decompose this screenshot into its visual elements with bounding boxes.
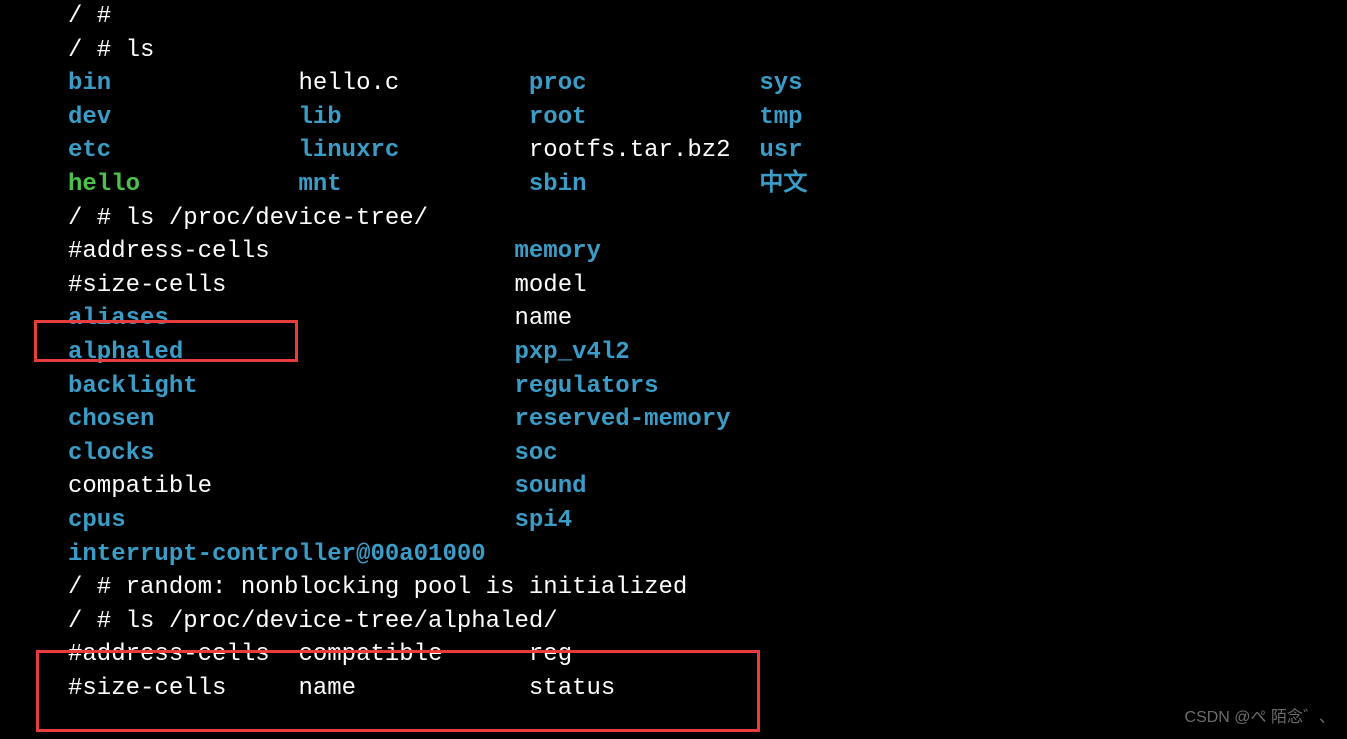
file: 中文 [759,171,807,198]
file: backlight [68,373,198,400]
file: spi4 [514,507,572,534]
file: tmp [759,104,802,131]
prompt-line: / # ls /proc/device-tree/alphaled/ [68,605,1347,639]
file: regulators [514,373,658,400]
file: etc [68,137,111,164]
dt-row: cpus spi4 [68,504,1347,538]
file: compatible [298,641,442,668]
prompt-line: / # ls /proc/device-tree/ [68,202,1347,236]
file: model [514,272,586,299]
file: interrupt-controller@00a01000 [68,541,486,568]
ls-row: hello mnt sbin 中文 [68,168,1347,202]
file: status [529,675,615,702]
file: name [514,305,572,332]
file: dev [68,104,111,131]
prompt-line: / # [68,0,1347,34]
file: linuxrc [298,137,399,164]
file: #size-cells [68,272,226,299]
file: name [298,675,356,702]
dt-row: chosen reserved-memory [68,403,1347,437]
file: aliases [68,305,169,332]
file: chosen [68,406,154,433]
ls-row: bin hello.c proc sys [68,67,1347,101]
file: clocks [68,440,154,467]
file: reserved-memory [514,406,730,433]
file: usr [759,137,802,164]
file: soc [514,440,557,467]
file: hello [68,171,140,198]
file: root [529,104,587,131]
dt-row: interrupt-controller@00a01000 [68,538,1347,572]
dt-row: alphaled pxp_v4l2 [68,336,1347,370]
file: sys [759,70,802,97]
file: mnt [298,171,341,198]
file: #address-cells [68,641,270,668]
dt-row: backlight regulators [68,370,1347,404]
random-msg: / # random: nonblocking pool is initiali… [68,571,1347,605]
ls-row: etc linuxrc rootfs.tar.bz2 usr [68,134,1347,168]
prompt-line: / # ls [68,34,1347,68]
file: alphaled [68,339,183,366]
dt-row: #address-cells memory [68,235,1347,269]
file: #address-cells [68,238,270,265]
file: #size-cells [68,675,226,702]
dt-row: clocks soc [68,437,1347,471]
terminal-output[interactable]: / # / # ls bin hello.c proc sys dev lib … [0,0,1347,705]
file: pxp_v4l2 [514,339,629,366]
file: hello.c [298,70,399,97]
file: lib [298,104,341,131]
dt-row: #size-cells model [68,269,1347,303]
watermark: CSDN @ぺ 陌念゛、 [1185,707,1335,729]
file: memory [514,238,600,265]
ls-row: dev lib root tmp [68,101,1347,135]
alphaled-row: #address-cells compatible reg [68,638,1347,672]
file: proc [529,70,587,97]
file: cpus [68,507,126,534]
file: compatible [68,473,212,500]
dt-row: compatible sound [68,470,1347,504]
file: sound [514,473,586,500]
file: rootfs.tar.bz2 [529,137,731,164]
file: bin [68,70,111,97]
alphaled-row: #size-cells name status [68,672,1347,706]
file: sbin [529,171,587,198]
file: reg [529,641,572,668]
dt-row: aliases name [68,302,1347,336]
